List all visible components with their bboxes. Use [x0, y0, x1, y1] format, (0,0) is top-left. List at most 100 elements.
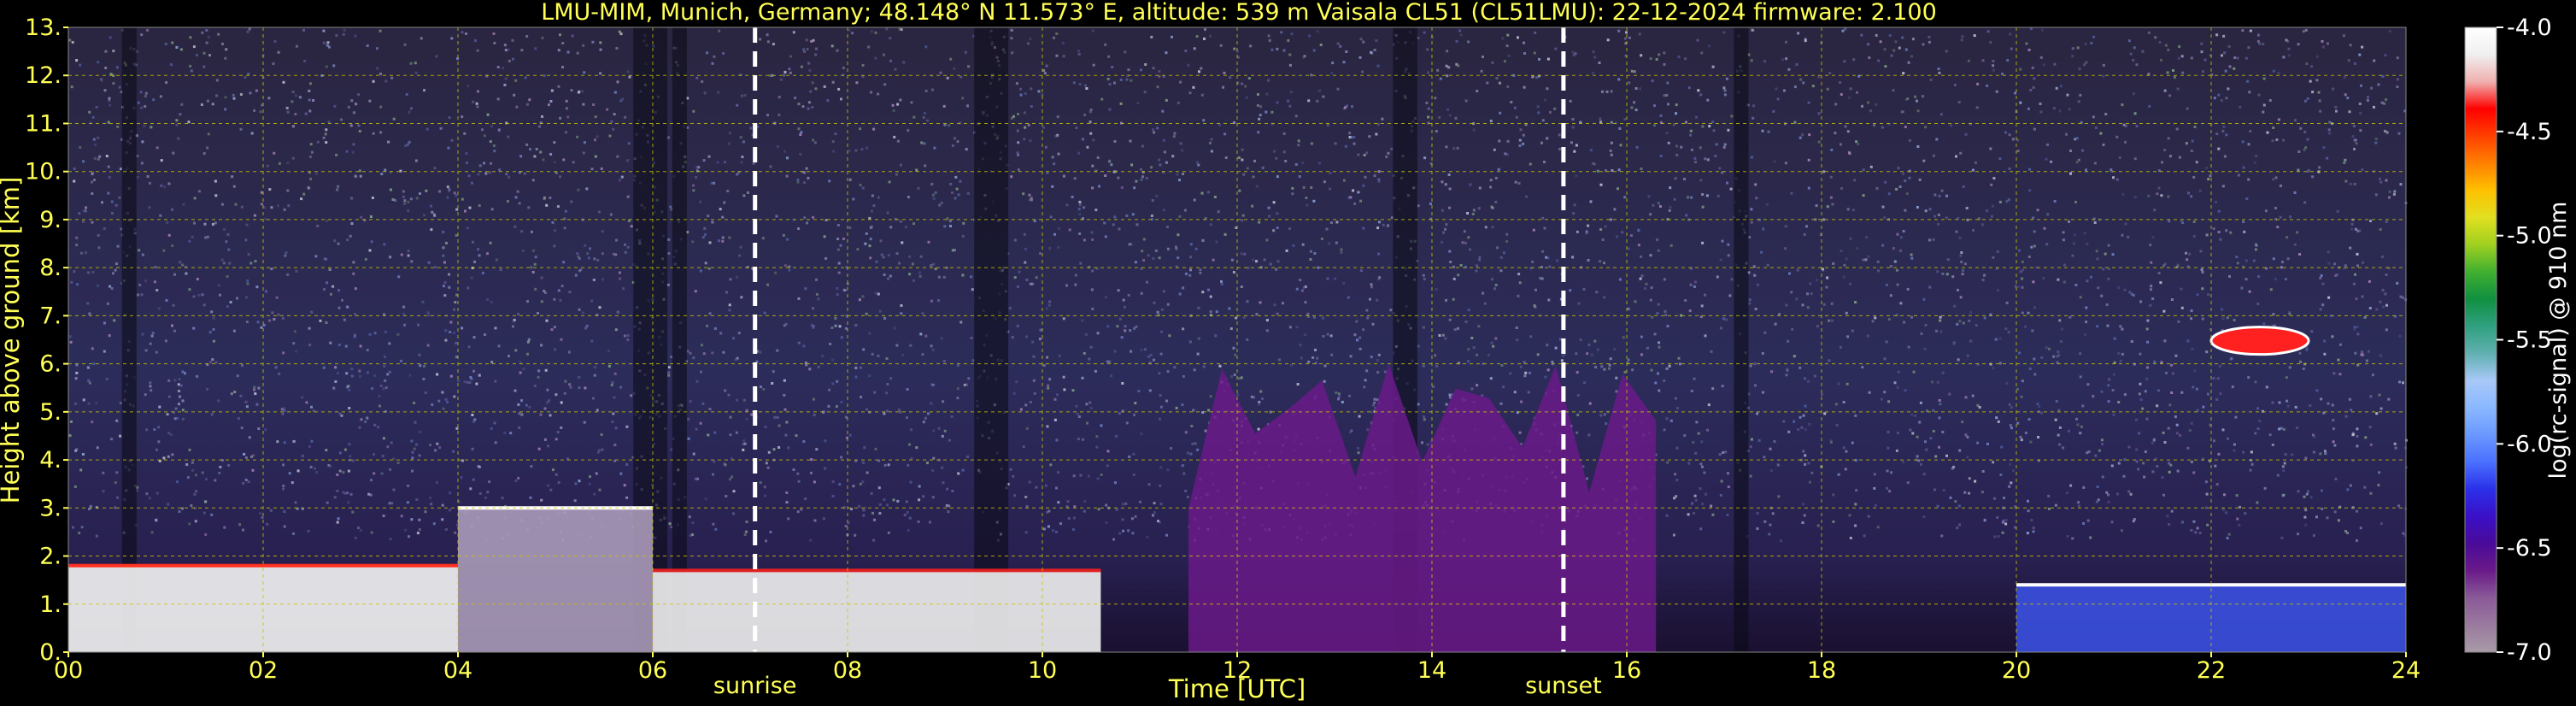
- noise-speck: [1983, 274, 1986, 277]
- noise-speck: [206, 235, 209, 238]
- noise-speck: [1276, 312, 1279, 315]
- noise-speck: [2368, 307, 2372, 309]
- noise-speck: [1933, 193, 1937, 197]
- noise-speck: [1122, 298, 1125, 302]
- noise-speck: [1068, 228, 1071, 232]
- noise-speck: [576, 51, 579, 55]
- noise-speck: [1750, 156, 1753, 159]
- noise-speck: [721, 239, 725, 243]
- noise-speck: [1637, 228, 1640, 232]
- noise-speck: [1573, 203, 1576, 207]
- noise-speck: [1904, 179, 1907, 183]
- noise-speck: [2052, 107, 2056, 110]
- noise-speck: [2220, 99, 2223, 102]
- noise-speck: [836, 224, 840, 227]
- noise-speck: [2059, 85, 2063, 88]
- noise-speck: [2233, 443, 2236, 446]
- noise-speck: [1893, 260, 1897, 263]
- noise-speck: [745, 521, 748, 524]
- noise-speck: [560, 427, 563, 429]
- noise-speck: [1769, 469, 1773, 472]
- noise-speck: [2173, 75, 2176, 79]
- noise-speck: [1701, 503, 1705, 505]
- noise-speck: [831, 80, 835, 84]
- noise-speck: [2111, 253, 2115, 256]
- noise-speck: [803, 181, 806, 185]
- noise-speck: [1689, 133, 1693, 137]
- noise-speck: [2095, 250, 2098, 253]
- noise-speck: [1045, 307, 1048, 310]
- noise-speck: [1362, 40, 1365, 44]
- noise-speck: [555, 438, 558, 441]
- noise-speck: [614, 328, 618, 332]
- noise-speck: [599, 41, 602, 44]
- noise-speck: [1017, 168, 1020, 171]
- noise-speck: [564, 379, 567, 383]
- noise-speck: [1309, 258, 1312, 261]
- noise-speck: [1596, 169, 1599, 173]
- noise-speck: [326, 41, 330, 44]
- noise-speck: [1658, 389, 1661, 392]
- noise-speck: [159, 214, 162, 217]
- noise-speck: [1506, 139, 1510, 143]
- noise-speck: [1132, 452, 1135, 456]
- noise-speck: [1209, 395, 1212, 398]
- noise-speck: [877, 196, 880, 199]
- noise-speck: [1668, 364, 1671, 368]
- noise-speck: [1951, 467, 1954, 470]
- noise-speck: [1362, 184, 1365, 187]
- noise-speck: [2242, 166, 2245, 169]
- noise-speck: [505, 173, 508, 176]
- noise-speck: [1768, 532, 1771, 536]
- noise-speck: [1519, 128, 1523, 132]
- noise-speck: [2030, 519, 2033, 521]
- noise-speck: [1035, 485, 1038, 489]
- noise-speck: [1057, 471, 1059, 474]
- noise-speck: [1724, 450, 1728, 454]
- noise-speck: [1134, 515, 1137, 518]
- noise-speck: [93, 156, 97, 160]
- noise-speck: [1288, 326, 1292, 329]
- noise-speck: [527, 206, 531, 209]
- noise-speck: [1083, 500, 1087, 503]
- noise-speck: [666, 136, 670, 139]
- noise-speck: [2069, 484, 2073, 487]
- noise-speck: [82, 398, 85, 402]
- noise-speck: [1750, 208, 1753, 211]
- noise-speck: [435, 481, 438, 484]
- noise-speck: [1822, 303, 1826, 306]
- noise-speck: [1268, 38, 1271, 42]
- noise-speck: [1345, 50, 1348, 53]
- noise-speck: [1427, 107, 1430, 110]
- noise-speck: [563, 227, 566, 230]
- noise-speck: [1091, 186, 1094, 190]
- noise-speck: [2354, 273, 2356, 276]
- noise-speck: [1255, 313, 1259, 316]
- noise-speck: [110, 438, 114, 441]
- noise-speck: [390, 441, 393, 444]
- noise-speck: [2322, 146, 2326, 150]
- noise-speck: [525, 103, 529, 106]
- noise-speck: [2225, 133, 2228, 137]
- noise-speck: [1928, 285, 1932, 289]
- noise-speck: [553, 141, 556, 144]
- noise-speck: [1210, 138, 1213, 141]
- noise-speck: [2374, 138, 2378, 141]
- noise-speck: [403, 323, 406, 327]
- noise-speck: [107, 165, 110, 168]
- noise-speck: [259, 512, 262, 515]
- noise-speck: [1945, 194, 1948, 197]
- noise-speck: [1976, 82, 1980, 85]
- noise-speck: [1675, 153, 1679, 156]
- noise-speck: [616, 155, 619, 158]
- noise-speck: [1694, 451, 1698, 455]
- noise-speck: [322, 29, 326, 32]
- noise-speck: [2009, 462, 2012, 466]
- noise-speck: [1640, 353, 1643, 356]
- noise-speck: [1517, 273, 1521, 276]
- noise-speck: [2356, 252, 2359, 256]
- noise-speck: [1701, 193, 1705, 196]
- noise-speck: [1726, 181, 1728, 185]
- noise-speck: [1693, 280, 1697, 284]
- noise-speck: [932, 429, 936, 432]
